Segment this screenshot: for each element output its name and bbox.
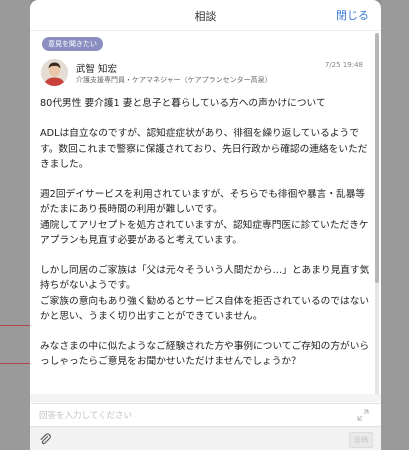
close-button[interactable]: 閉じる (336, 7, 369, 23)
message-paragraph: ご家族の意向もあり強く勧めるとサービス自体を拒否されているのではないかと思い、う… (40, 295, 370, 322)
author-role: 介護支援専門員・ケアマネジャー（ケアプランセンター高泉） (76, 76, 272, 84)
author-name: 武智 知宏 (76, 64, 118, 75)
send-button[interactable]: 投稿 (349, 432, 373, 448)
scrollbar-thumb[interactable] (375, 33, 379, 283)
paperclip-icon[interactable] (38, 432, 52, 446)
backdrop-divider (0, 325, 30, 326)
avatar (41, 59, 68, 86)
message-paragraph: みなさまの中に似たようなご経験された方や事例についてご存知の方がいらっしゃったら… (40, 341, 370, 368)
post-timestamp: 7/25 19:48 (324, 61, 363, 69)
message-paragraph: 80代男性 要介護1 妻と息子と暮らしている方への声かけについて (40, 98, 326, 109)
modal-title: 相談 (194, 10, 217, 23)
backdrop-left (0, 0, 30, 450)
consultation-modal: 相談 閉じる 意見を聞きたい 武智 知宏 介護支援専門員・ケアマネジャー（ケアプ… (30, 0, 381, 450)
post-scroll-area[interactable]: 意見を聞きたい 武智 知宏 介護支援専門員・ケアマネジャー（ケアプランセンター高… (30, 31, 373, 401)
expand-icon[interactable] (357, 409, 369, 421)
backdrop-divider (0, 363, 30, 364)
post-message: 80代男性 要介護1 妻と息子と暮らしている方への声かけについて ADLは自立な… (40, 96, 370, 370)
composer-footer: 投稿 (30, 426, 381, 450)
message-paragraph: 週2回デイサービスを利用されていますが、そちらでも徘徊や暴言・乱暴等がたまにあり… (40, 189, 366, 216)
modal-header: 相談 閉じる (30, 0, 381, 31)
content-fade (30, 394, 381, 402)
post-tag: 意見を聞きたい (42, 37, 103, 51)
message-paragraph: しかし同居のご家族は「父は元々そういう人間だから…」とあまり見直す気持ちがないよ… (40, 265, 370, 292)
message-paragraph: ADLは自立なのですが、認知症症状があり、徘徊を繰り返しているようです。数回これ… (40, 128, 368, 170)
answer-input[interactable]: 回答を入力してください (30, 403, 381, 426)
backdrop-right (381, 0, 409, 450)
answer-placeholder: 回答を入力してください (39, 411, 132, 421)
message-paragraph: 通院してアリセプトを処方されていますが、認知症専門医に診ていただきケアプランも見… (40, 219, 369, 246)
scrollbar[interactable] (375, 33, 379, 399)
